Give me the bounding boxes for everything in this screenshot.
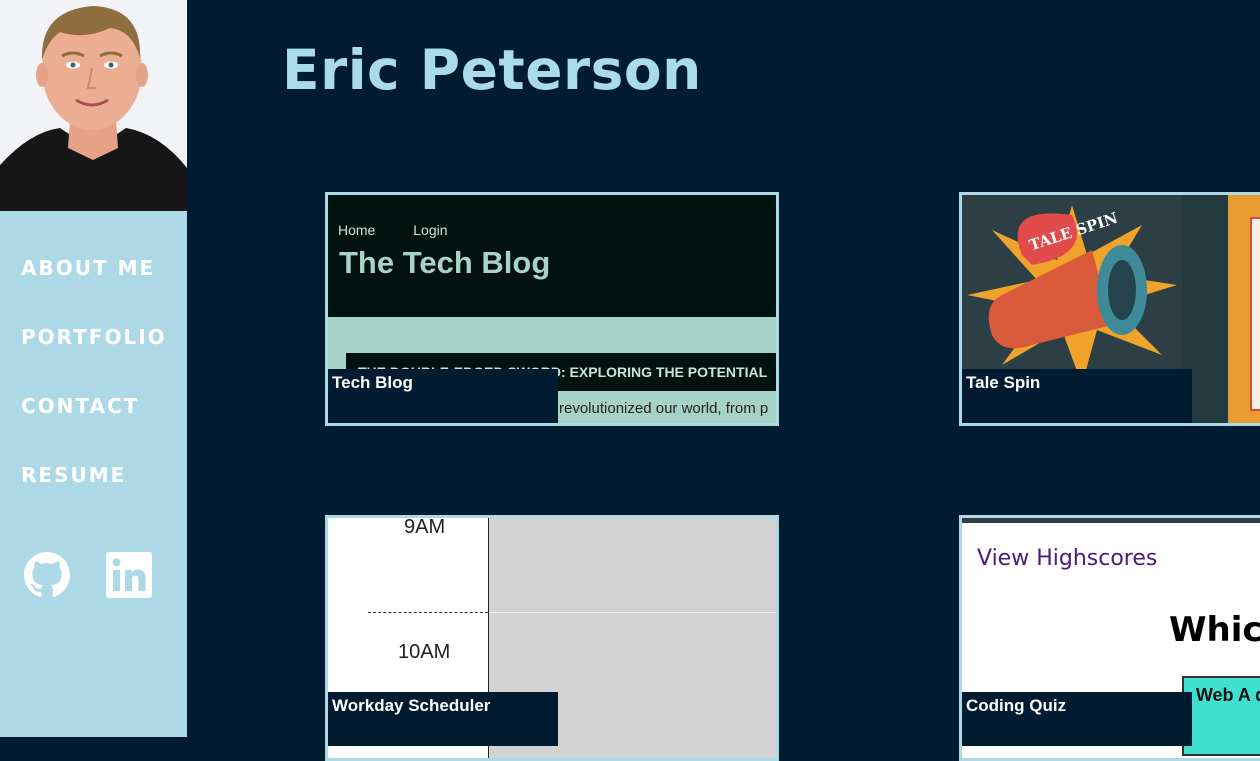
project-card-tale-spin[interactable]: TALE SPIN Tale Spin (959, 192, 1260, 426)
github-icon[interactable] (24, 552, 70, 598)
preview-post-text: revolutionized our world, from p (559, 400, 769, 417)
preview-nav-home: Home (338, 222, 376, 238)
project-card-workday-scheduler[interactable]: 9AM 10AM Workday Scheduler (325, 515, 779, 761)
nav-resume[interactable]: RESUME (21, 463, 167, 487)
project-card-coding-quiz[interactable]: View Highscores Whic Web A dire Coding Q… (959, 515, 1260, 761)
preview-highscores-link: View Highscores (977, 546, 1158, 571)
social-links (24, 552, 152, 598)
preview-answer-button: Web A dire (1182, 676, 1260, 756)
page-title: Eric Peterson (282, 38, 702, 102)
sidebar: ABOUT ME PORTFOLIO CONTACT RESUME (0, 0, 187, 737)
hour-label: 10AM (398, 641, 451, 663)
nav-portfolio[interactable]: PORTFOLIO (21, 325, 167, 349)
avatar (0, 0, 187, 211)
main-nav: ABOUT ME PORTFOLIO CONTACT RESUME (21, 256, 167, 532)
preview-topbar (962, 518, 1260, 523)
project-card-tech-blog[interactable]: Home Login The Tech Blog THE DOUBLE-EDGE… (325, 192, 779, 426)
preview-header: Home Login The Tech Blog (328, 195, 776, 317)
nav-about-me[interactable]: ABOUT ME (21, 256, 167, 280)
event-divider (489, 612, 776, 613)
preview-panel (1250, 217, 1260, 411)
hour-divider (368, 612, 488, 613)
hour-label: 9AM (404, 516, 446, 538)
project-caption: Tale Spin (962, 369, 1192, 423)
preview-nav: Home Login (338, 222, 482, 238)
preview-title: The Tech Blog (339, 245, 551, 280)
preview-nav-login: Login (413, 222, 448, 238)
project-caption: Tech Blog (328, 369, 558, 423)
project-caption: Coding Quiz (962, 692, 1192, 746)
preview-question: Whic (1169, 610, 1260, 650)
nav-contact[interactable]: CONTACT (21, 394, 167, 418)
project-caption: Workday Scheduler (328, 692, 558, 746)
linkedin-icon[interactable] (106, 552, 152, 598)
